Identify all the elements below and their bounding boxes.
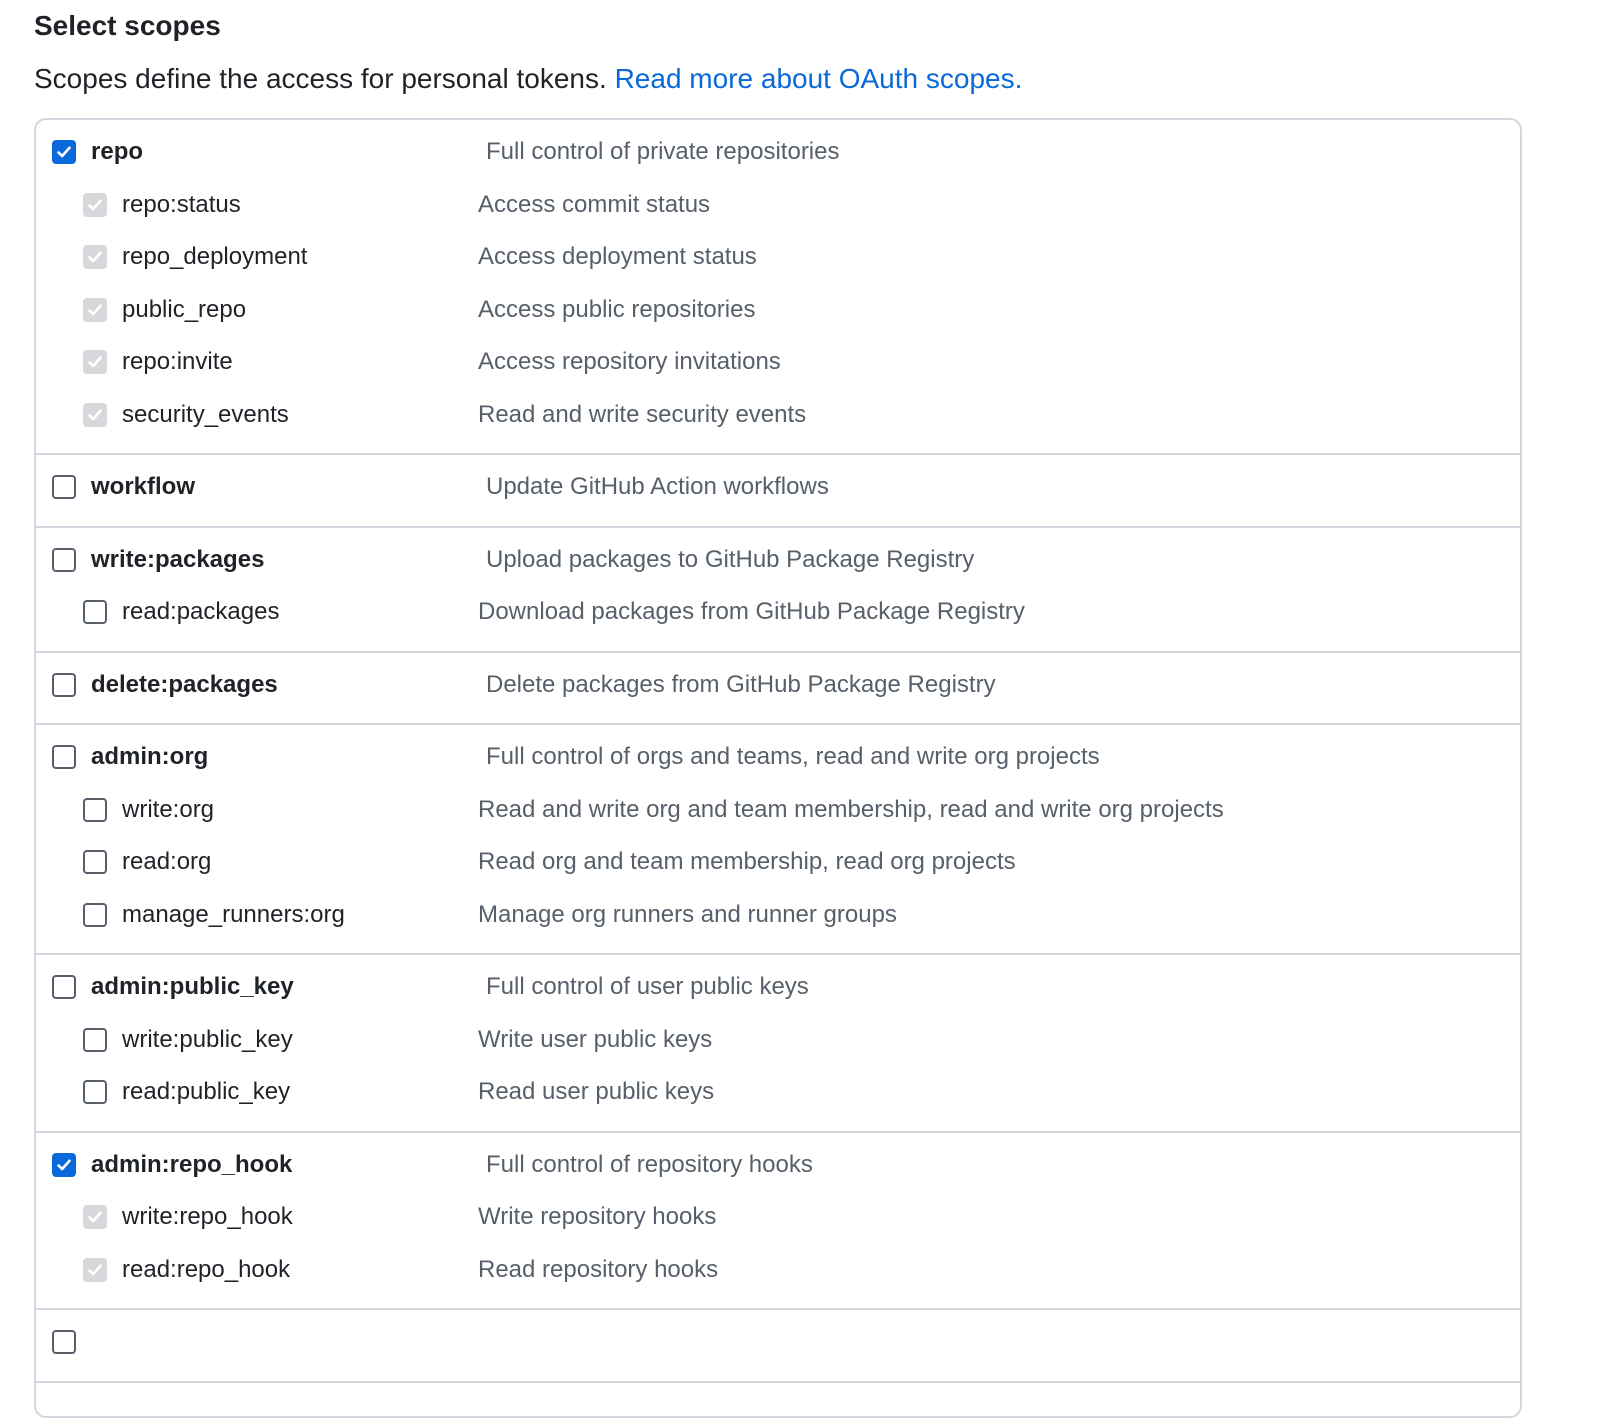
- scope-row-admin-repo-hook: admin:repo_hook Full control of repositor…: [36, 1143, 1520, 1196]
- page-title: Select scopes: [34, 10, 221, 41]
- scope-group-empty: [36, 1310, 1520, 1383]
- scope-checkbox-repo-invite: [83, 350, 107, 374]
- scope-description: Access commit status: [478, 190, 711, 218]
- scope-row-repo-deployment: repo_deployment Access deployment status: [36, 235, 1520, 288]
- scope-row-delete-packages: delete:packages Delete packages from GitH…: [36, 663, 1520, 716]
- scope-name: admin:org: [91, 743, 209, 770]
- scope-checkbox-read-public-key[interactable]: [83, 1080, 107, 1104]
- scope-checkbox-write-public-key[interactable]: [83, 1027, 107, 1052]
- scope-checkbox-empty[interactable]: [52, 1330, 76, 1354]
- scope-name: admin:repo_hook: [91, 1150, 293, 1178]
- scope-row-manage-runners-org: manage_runners:org Manage org runners and…: [36, 893, 1520, 946]
- scope-row-security-events: security_events Read and write security e…: [36, 393, 1520, 446]
- scope-description: Manage org runners and runner groups: [478, 900, 897, 928]
- scope-description: Write repository hooks: [478, 1203, 717, 1230]
- scope-group-admin-public-key: admin:public_key Full control of user pub…: [36, 955, 1520, 1133]
- scope-description: Full control of repository hooks: [486, 1150, 813, 1178]
- scope-name: write:org: [122, 795, 215, 823]
- scope-description: Access deployment status: [478, 243, 757, 270]
- scope-description: Read and write security events: [478, 400, 807, 428]
- scope-checkbox-workflow[interactable]: [52, 475, 76, 499]
- scope-description: Read and write org and team membership, …: [478, 795, 1224, 823]
- scope-checkbox-admin-repo-hook[interactable]: [52, 1152, 76, 1177]
- scope-row-read-org: read:org Read org and team membership, re…: [36, 840, 1520, 893]
- scope-name: public_repo: [122, 295, 247, 323]
- scope-description: Delete packages from GitHub Package Regi…: [486, 670, 996, 698]
- scope-row-admin-public-key: admin:public_key Full control of user pub…: [36, 965, 1520, 1018]
- scope-description: Read user public keys: [478, 1078, 715, 1105]
- scope-checkbox-repo[interactable]: [52, 140, 76, 164]
- scope-row-repo-invite: repo:invite Access repository invitations: [36, 340, 1520, 393]
- scope-row-read-repo-hook: read:repo_hook Read repository hooks: [36, 1248, 1520, 1301]
- scope-name: repo:invite: [122, 348, 233, 375]
- scope-row-write-org: write:org Read and write org and team mem…: [36, 788, 1520, 841]
- scope-row-repo: repo Full control of private repositories: [36, 130, 1520, 183]
- scope-checkbox-manage-runners-org[interactable]: [83, 902, 107, 927]
- scope-description: Upload packages to GitHub Package Regist…: [486, 545, 975, 573]
- scope-description: Full control of orgs and teams, read and…: [486, 743, 1100, 770]
- scope-name: read:repo_hook: [122, 1255, 291, 1283]
- scope-name: repo_deployment: [122, 243, 308, 270]
- scope-checkbox-write-repo-hook: [83, 1205, 107, 1229]
- scope-name: write:repo_hook: [122, 1203, 293, 1230]
- scope-name: security_events: [122, 400, 289, 428]
- scope-row-empty: [36, 1320, 1520, 1373]
- scope-name: workflow: [91, 473, 196, 500]
- scope-name: write:public_key: [122, 1025, 293, 1053]
- scopes-intro: Scopes define the access for personal to…: [34, 60, 1022, 98]
- scope-description: Read org and team membership, read org p…: [478, 848, 1016, 875]
- scope-name: repo: [91, 138, 144, 165]
- scope-row-write-packages: write:packages Upload packages to GitHub …: [36, 538, 1520, 591]
- scope-checkbox-delete-packages[interactable]: [52, 672, 76, 697]
- scope-description: Write user public keys: [478, 1025, 713, 1053]
- scope-checkbox-public-repo: [83, 297, 107, 322]
- scope-name: write:packages: [91, 545, 265, 573]
- scope-name: read:packages: [122, 598, 280, 625]
- scope-description: Access public repositories: [478, 295, 756, 323]
- scope-group-repo: repo Full control of private repositories…: [36, 120, 1520, 455]
- scope-group-admin-repo-hook: admin:repo_hook Full control of repositor…: [36, 1133, 1520, 1310]
- scope-name: admin:public_key: [91, 973, 294, 1000]
- scope-checkbox-admin-public-key[interactable]: [52, 975, 76, 999]
- scope-description: Read repository hooks: [478, 1255, 719, 1283]
- scope-description: Full control of private repositories: [486, 138, 840, 165]
- scope-description: Update GitHub Action workflows: [486, 473, 829, 500]
- scope-checkbox-read-repo-hook: [83, 1257, 107, 1282]
- scope-row-read-packages: read:packages Download packages from GitH…: [36, 590, 1520, 643]
- scope-description: Full control of user public keys: [486, 973, 809, 1000]
- scope-row-workflow: workflow Update GitHub Action workflows: [36, 465, 1520, 518]
- scopes-list: repo Full control of private repositories…: [34, 118, 1522, 1418]
- scope-row-admin-org: admin:org Full control of orgs and teams,…: [36, 735, 1520, 788]
- scope-name: manage_runners:org: [122, 900, 345, 928]
- scope-checkbox-write-org[interactable]: [83, 797, 107, 822]
- oauth-scopes-link[interactable]: Read more about OAuth scopes.: [615, 63, 1023, 94]
- scope-row-write-repo-hook: write:repo_hook Write repository hooks: [36, 1195, 1520, 1248]
- scope-checkbox-write-packages[interactable]: [52, 547, 76, 572]
- scope-name: delete:packages: [91, 670, 278, 698]
- scope-name: read:org: [122, 848, 212, 875]
- scope-row-repo-status: repo:status Access commit status: [36, 183, 1520, 236]
- scope-row-write-public-key: write:public_key Write user public keys: [36, 1018, 1520, 1071]
- scope-description: Access repository invitations: [478, 348, 781, 375]
- scope-checkbox-security-events: [83, 402, 107, 427]
- scope-checkbox-repo-status: [83, 192, 107, 217]
- scope-group-workflow: workflow Update GitHub Action workflows: [36, 455, 1520, 528]
- scope-name: read:public_key: [122, 1078, 291, 1105]
- scope-group-admin-org: admin:org Full control of orgs and teams,…: [36, 725, 1520, 955]
- scope-checkbox-admin-org[interactable]: [52, 745, 76, 769]
- scope-description: Download packages from GitHub Package Re…: [478, 598, 1025, 625]
- scope-checkbox-read-packages[interactable]: [83, 600, 107, 624]
- scope-group-delete-packages: delete:packages Delete packages from GitH…: [36, 653, 1520, 725]
- scope-group-write-packages: write:packages Upload packages to GitHub …: [36, 528, 1520, 653]
- scope-row-read-public-key: read:public_key Read user public keys: [36, 1070, 1520, 1123]
- scope-name: repo:status: [122, 190, 241, 218]
- scope-row-public-repo: public_repo Access public repositories: [36, 288, 1520, 341]
- scope-checkbox-read-org[interactable]: [83, 850, 107, 874]
- scope-checkbox-repo-deployment: [83, 245, 107, 269]
- intro-text: Scopes define the access for personal to…: [34, 63, 607, 94]
